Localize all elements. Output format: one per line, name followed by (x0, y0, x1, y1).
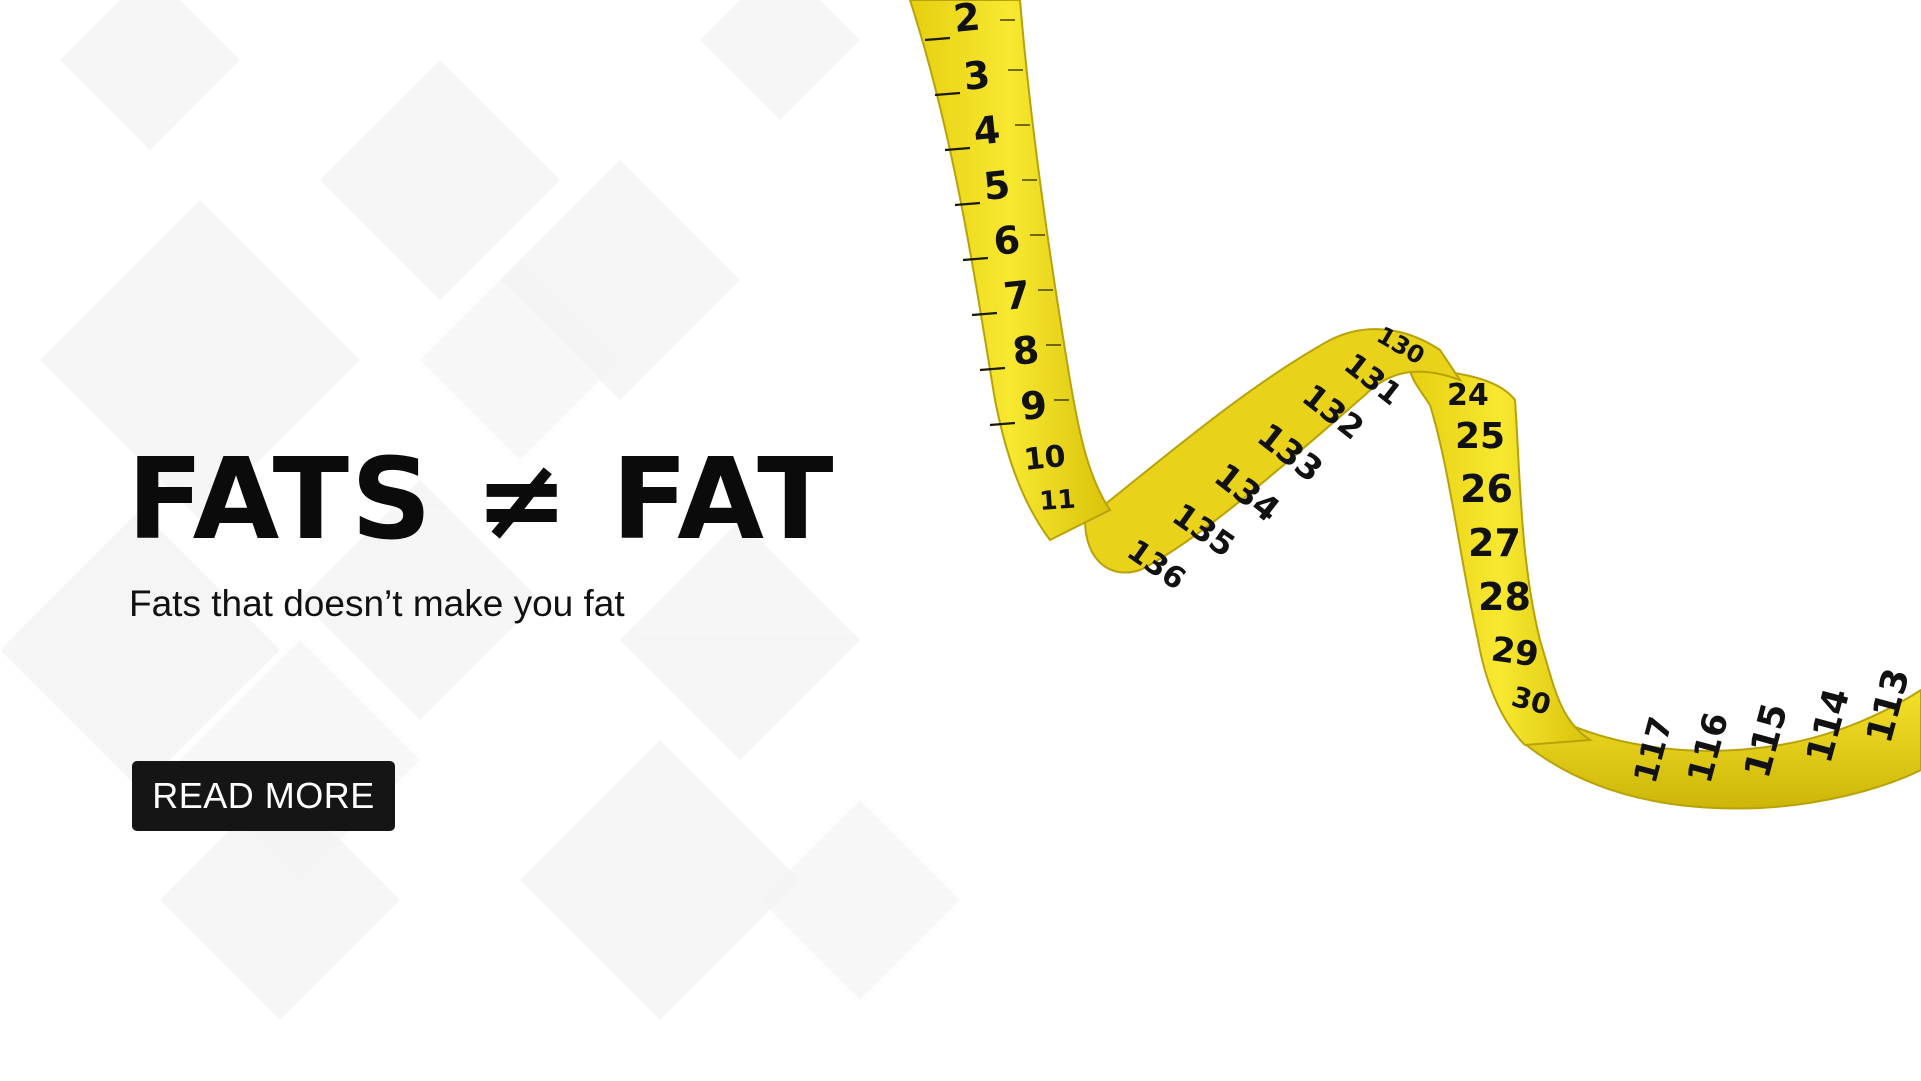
tape-number: 27 (1468, 521, 1521, 565)
tape-number: 6 (991, 217, 1022, 264)
tape-number: 25 (1455, 416, 1505, 457)
tape-number: 28 (1478, 575, 1531, 619)
tape-number: 29 (1489, 629, 1541, 675)
tape-number: 7 (1001, 272, 1032, 319)
tape-number: 2 (951, 0, 982, 41)
hero-banner: 2 3 4 5 6 7 8 9 10 11 136 135 134 133 13… (0, 0, 1921, 1081)
read-more-button[interactable]: READ MORE (132, 761, 395, 831)
tape-number: 24 (1447, 378, 1489, 413)
tape-upper-strip (908, 0, 1112, 542)
tape-number: 26 (1460, 467, 1513, 511)
tape-number: 10 (1022, 439, 1067, 478)
tape-number: 9 (1018, 382, 1049, 429)
tape-number: 3 (961, 52, 992, 99)
tape-number: 5 (981, 162, 1012, 209)
hero-subheadline: Fats that doesn’t make you fat (129, 583, 625, 624)
tape-number: 8 (1010, 327, 1041, 374)
tape-number: 4 (971, 107, 1002, 154)
tape-number: 11 (1038, 485, 1076, 517)
hero-headline: FATS ≠ FAT (127, 435, 836, 565)
